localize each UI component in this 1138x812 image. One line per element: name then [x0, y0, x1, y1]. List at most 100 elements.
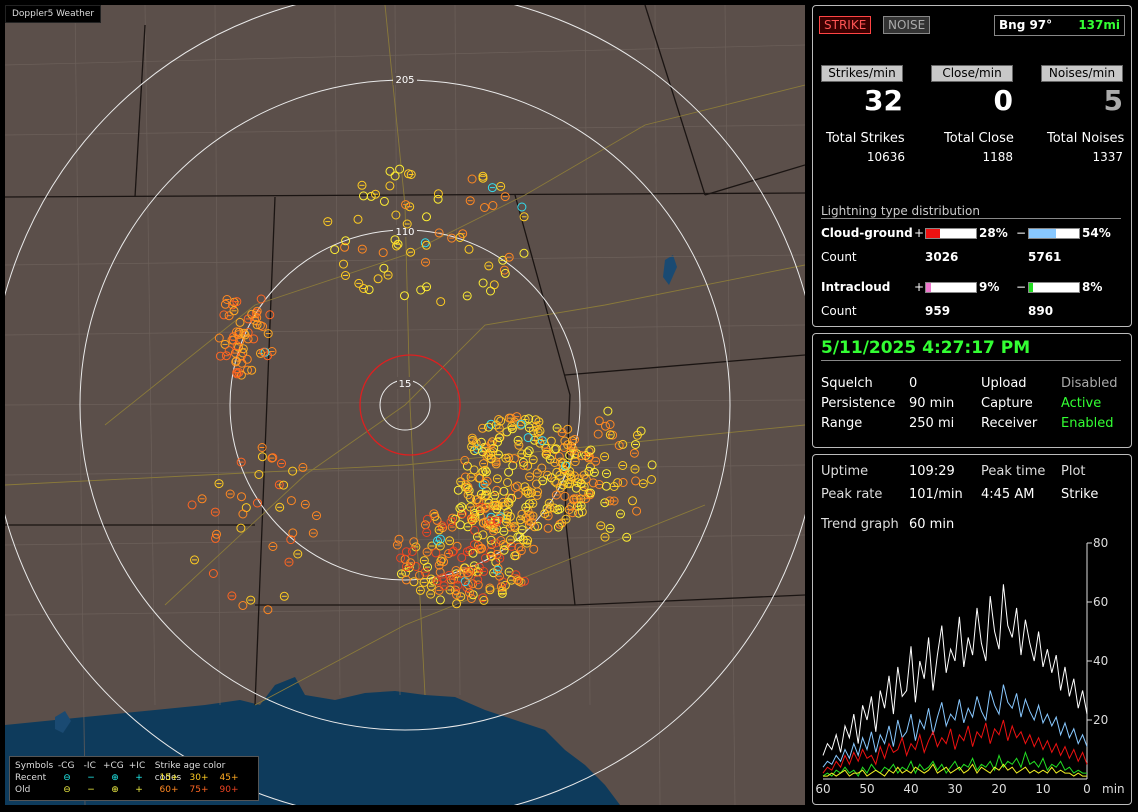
strike-marker [588, 478, 598, 488]
strike-marker [632, 506, 642, 516]
strike-marker [486, 286, 495, 296]
map-canvas[interactable]: 205 110 15 [5, 5, 805, 805]
range-value: 250 mi [909, 416, 955, 431]
strike-marker [385, 181, 395, 191]
old-pos-cg-icon: ⊕ [111, 785, 119, 795]
trend-series-line [822, 719, 1088, 774]
strike-marker [605, 420, 615, 429]
x-tick-label: 10 [1035, 782, 1050, 796]
strike-marker [543, 523, 553, 533]
lake [663, 255, 677, 285]
y-tick-label: 60 [1093, 595, 1108, 609]
x-tick-label: 0 [1083, 782, 1091, 796]
strikes-per-min-value: 32 [864, 84, 903, 117]
ic-pos-pct: 9% [979, 280, 1000, 294]
trend-panel: Uptime 109:29 Peak time Plot Peak rate 1… [812, 454, 1132, 805]
strike-marker [460, 472, 470, 482]
strike-marker [385, 166, 395, 176]
strike-marker [503, 478, 512, 487]
cg-pos-count: 3026 [925, 250, 959, 264]
total-strikes-label: Total Strikes [826, 131, 905, 146]
noises-per-min-value: 5 [1103, 84, 1123, 117]
strike-marker [409, 537, 419, 547]
x-tick-label: 50 [859, 782, 874, 796]
strike-marker [433, 194, 443, 204]
legend-old-label: Old [15, 785, 31, 795]
strike-marker [510, 483, 520, 492]
strike-marker [214, 333, 224, 343]
x-tick-label: 40 [903, 782, 918, 796]
strike-marker [379, 263, 389, 273]
strike-marker [256, 294, 266, 304]
strike-marker [593, 429, 603, 439]
strike-marker [238, 601, 248, 610]
age-60: 60+ [159, 785, 179, 795]
total-close-value: 1188 [982, 150, 1013, 164]
recent-neg-cg-icon: ⊖ [63, 773, 71, 783]
total-close-label: Total Close [944, 131, 1014, 146]
range-label: Range [821, 416, 863, 431]
ic-neg-bar [1028, 282, 1080, 293]
intracloud-label: Intracloud [821, 280, 891, 294]
bearing-value: Bng 97° [999, 18, 1053, 32]
bearing-box: Bng 97° 137mi [994, 15, 1125, 36]
strike-marker [379, 196, 389, 206]
peak-time-value: 4:45 AM [981, 487, 1035, 502]
strike-marker [529, 544, 539, 554]
strike-marker [455, 520, 465, 530]
recent-pos-cg-icon: ⊕ [111, 773, 119, 783]
legend-col-neg-cg: -CG [57, 761, 75, 771]
strike-marker [373, 274, 383, 284]
range-label-205: 205 [395, 75, 414, 86]
strike-marker [631, 476, 641, 486]
noise-button[interactable]: NOISE [883, 16, 931, 34]
trend-series-line [822, 684, 1088, 768]
distribution-title: Lightning type distribution [821, 204, 980, 218]
lightning-map[interactable]: 205 110 15 Doppler5 Weather Symbols -CG … [5, 5, 805, 805]
legend-symbols-label: Symbols [15, 761, 54, 771]
recent-pos-ic-icon: + [135, 773, 143, 783]
noises-per-min-label: Noises/min [1041, 65, 1123, 82]
strike-marker [464, 244, 474, 254]
trend-graph: 80 60 40 20 60 50 40 30 20 10 0 min [815, 536, 1124, 796]
y-tick-label: 80 [1093, 536, 1108, 550]
ic-plus-sign: + [914, 280, 925, 294]
legend-age-title: Strike age color codes [154, 761, 226, 783]
trend-graph-value[interactable]: 60 min [909, 517, 954, 532]
strike-markers [187, 164, 657, 615]
plot-value[interactable]: Strike [1061, 487, 1098, 502]
strike-marker [478, 278, 488, 288]
capture-label: Capture [981, 396, 1033, 411]
peak-rate-label: Peak rate [821, 487, 883, 502]
persistence-label: Persistence [821, 396, 896, 411]
strike-marker [395, 164, 405, 174]
range-label-110: 110 [395, 227, 414, 238]
distance-value: 137mi [1078, 18, 1120, 32]
strike-marker [330, 245, 340, 255]
legend-col-pos-cg: +CG [102, 761, 124, 771]
persistence-value: 90 min [909, 396, 955, 411]
ic-neg-pct: 8% [1082, 280, 1103, 294]
strike-marker [235, 317, 245, 327]
strike-marker [353, 214, 363, 224]
old-neg-cg-icon: ⊖ [63, 785, 71, 795]
strike-marker [237, 492, 246, 502]
strike-marker [422, 514, 432, 524]
total-strikes-value: 10636 [866, 150, 905, 164]
strike-button[interactable]: STRIKE [819, 16, 872, 34]
strike-marker [647, 460, 657, 470]
peak-rate-value: 101/min [909, 487, 963, 502]
legend-col-neg-ic: -IC [83, 761, 96, 771]
strike-marker [391, 210, 401, 220]
strike-marker [339, 259, 348, 269]
uptime-value: 109:29 [909, 464, 955, 479]
cg-neg-pct: 54% [1082, 226, 1111, 240]
ic-neg-count: 890 [1028, 304, 1054, 318]
recent-neg-ic-icon: − [87, 773, 95, 783]
strikes-per-min-label: Strikes/min [821, 65, 903, 82]
strike-marker [524, 446, 534, 456]
strike-marker [263, 605, 273, 615]
strike-marker [238, 509, 248, 519]
strike-marker [647, 475, 656, 484]
strike-marker [546, 436, 556, 446]
